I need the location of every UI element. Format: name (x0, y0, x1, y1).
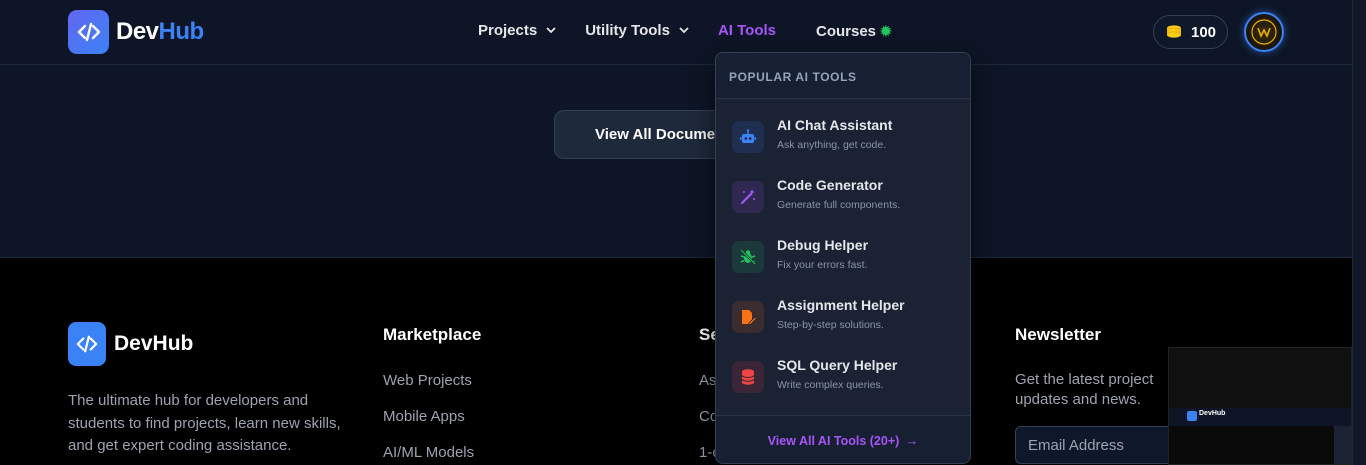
preview-thumbnail[interactable]: DevHub (1168, 347, 1352, 465)
ai-tool-code-generator[interactable]: Code Generator Generate full components. (732, 177, 900, 213)
nav-utility-tools-label: Utility Tools (585, 21, 670, 39)
view-all-ai-tools-label: View All AI Tools (20+) (767, 433, 900, 448)
nav-courses[interactable]: Courses ✹ (816, 23, 892, 40)
ai-tool-desc: Write complex queries. (777, 379, 884, 391)
ai-tool-title: SQL Query Helper (777, 357, 898, 373)
footer-brand-name: DevHub (114, 332, 194, 355)
footer-description: The ultimate hub for developers and stud… (68, 392, 341, 454)
coin-count: 100 (1190, 23, 1217, 41)
ai-tool-title: Debug Helper (777, 237, 869, 253)
brand-name: DevHub (116, 18, 204, 45)
brand-logo[interactable]: DevHub (68, 10, 204, 54)
footer-link-web-projects[interactable]: Web Projects (383, 372, 472, 389)
thumbnail-logo-icon (1187, 411, 1197, 421)
chevron-down-icon (679, 27, 689, 34)
ai-tool-title: Assignment Helper (777, 297, 905, 313)
coins-icon (1166, 25, 1181, 38)
nav-ai-tools-label: AI Tools (717, 21, 776, 39)
nav-courses-label: Courses (816, 23, 877, 40)
dropdown-header: POPULAR AI TOOLS (716, 53, 970, 99)
nav-utility-tools[interactable]: Utility Tools (585, 22, 690, 39)
ai-tool-title: Code Generator (777, 177, 883, 193)
ai-tool-desc: Generate full components. (777, 199, 901, 211)
nav-projects[interactable]: Projects (478, 22, 557, 39)
thumbnail-brand: DevHub (1199, 410, 1226, 417)
docs-section: View All Documentation (0, 65, 1352, 258)
view-all-ai-tools-link[interactable]: View All AI Tools (20+) → (716, 415, 970, 463)
ai-tool-assignment-helper[interactable]: Assignment Helper Step-by-step solutions… (732, 297, 905, 333)
newsletter-email-input[interactable] (1015, 426, 1190, 464)
nav-ai-tools[interactable]: AI Tools (718, 22, 776, 39)
thumbnail-backdrop (1169, 348, 1351, 408)
database-icon (732, 361, 764, 393)
footer-services-link-1[interactable]: As (699, 372, 717, 389)
file-pen-icon (732, 301, 764, 333)
page-scrollbar[interactable] (1352, 0, 1366, 465)
footer-link-mobile-apps[interactable]: Mobile Apps (383, 408, 465, 425)
magic-wand-icon (732, 181, 764, 213)
bug-slash-icon (732, 241, 764, 273)
footer-newsletter-title: Newsletter (1015, 325, 1101, 344)
avatar-emblem-icon (1251, 19, 1277, 45)
footer-brand[interactable]: DevHub (68, 322, 193, 366)
gear-icon: ✹ (880, 23, 892, 39)
chevron-down-icon (546, 27, 556, 34)
site-footer: DevHub The ultimate hub for developers a… (0, 258, 1352, 465)
footer-link-ai-ml-models[interactable]: AI/ML Models (383, 444, 474, 461)
ai-tool-title: AI Chat Assistant (777, 117, 893, 133)
arrow-right-icon: → (905, 433, 919, 448)
ai-tools-dropdown: POPULAR AI TOOLS AI Chat Assistant Ask a… (715, 52, 971, 464)
robot-icon (732, 121, 764, 153)
top-navbar: DevHub Projects Utility Tools AI Tools C… (0, 0, 1352, 65)
main-nav: Projects Utility Tools AI Tools Courses … (478, 20, 920, 41)
ai-tool-desc: Step-by-step solutions. (777, 319, 884, 331)
nav-projects-label: Projects (478, 21, 538, 39)
ai-tool-sql-query-helper[interactable]: SQL Query Helper Write complex queries. (732, 357, 897, 393)
code-icon (68, 10, 109, 54)
code-icon (68, 322, 106, 366)
ai-tool-desc: Ask anything, get code. (777, 139, 887, 151)
ai-tool-desc: Fix your errors fast. (777, 259, 868, 271)
ai-tool-chat-assistant[interactable]: AI Chat Assistant Ask anything, get code… (732, 117, 892, 153)
ai-tool-debug-helper[interactable]: Debug Helper Fix your errors fast. (732, 237, 868, 273)
coin-balance[interactable]: 100 (1153, 15, 1228, 49)
footer-marketplace-title: Marketplace (383, 325, 482, 344)
user-avatar[interactable] (1244, 12, 1284, 52)
thumbnail-menu (1334, 426, 1351, 464)
